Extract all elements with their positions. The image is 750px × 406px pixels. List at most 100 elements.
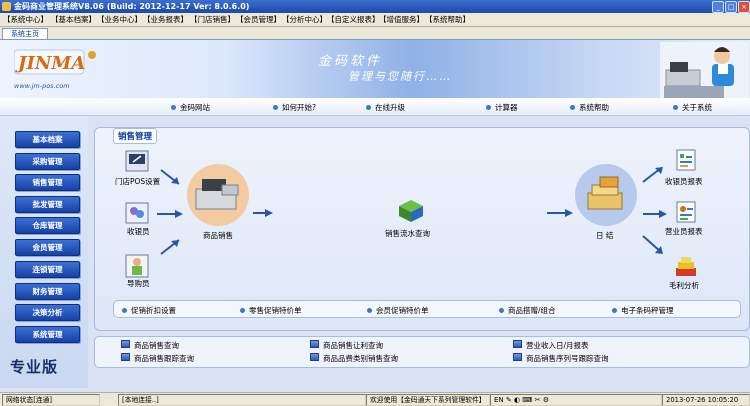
panel-title: 销售管理	[113, 128, 158, 144]
menu-system-help[interactable]: 【系统帮助】	[425, 14, 470, 25]
bullet-icon	[240, 308, 245, 313]
tab-strip: 系统主页	[0, 27, 750, 40]
menu-store-sales[interactable]: 【门店销售】	[190, 14, 235, 25]
node-cashier-label[interactable]: 收银员	[127, 226, 150, 237]
menu-system-center[interactable]: 【系统中心】	[3, 14, 48, 25]
maximize-button[interactable]: □	[725, 1, 737, 13]
network-status-value: [连通]	[33, 396, 53, 404]
sidebar-item-decision-analysis[interactable]: 决策分析	[15, 304, 80, 321]
node-daily-close-label[interactable]: 日 结	[596, 230, 613, 241]
link-serial-tracking[interactable]: 商品销售序列号跟踪查询	[513, 353, 609, 364]
sidebar-item-system-management[interactable]: 系统管理	[15, 326, 80, 343]
link-jinma-website[interactable]: 金码网站	[171, 102, 210, 113]
close-button[interactable]: ×	[738, 1, 750, 13]
link-member-promo-price[interactable]: 会员促销特价单	[367, 305, 429, 316]
link-category-sales[interactable]: 商品品费类别销售查询	[310, 353, 398, 364]
node-business-report-label[interactable]: 营业员报表	[665, 226, 703, 237]
node-guide-label[interactable]: 导购员	[127, 278, 150, 289]
link-bundle-combo[interactable]: 商品搭赠/组合	[499, 305, 556, 316]
sales-query-panel: 商品销售查询 商品销售让利查询 营业收入日/月报表 商品销售跟踪查询 商品品费类…	[94, 336, 750, 368]
link-barcode-scale[interactable]: 电子条码秤管理	[612, 305, 674, 316]
link-label: 在线升级	[375, 103, 405, 112]
bullet-icon	[273, 105, 278, 110]
sidebar-item-warehouse[interactable]: 仓库管理	[15, 217, 80, 234]
slogan-title: 金码软件	[318, 54, 383, 69]
link-about-system[interactable]: 关于系统	[673, 102, 712, 113]
link-label: 会员促销特价单	[376, 306, 429, 315]
link-retail-promo-price[interactable]: 零售促销特价单	[240, 305, 302, 316]
arrow-icon	[160, 169, 180, 185]
sidebar-item-wholesale[interactable]: 批发管理	[15, 196, 80, 213]
link-promo-discount-settings[interactable]: 促销折扣设置	[122, 305, 176, 316]
link-online-upgrade[interactable]: 在线升级	[366, 102, 405, 113]
jinma-logo: JINMA	[14, 49, 96, 75]
menu-member-management[interactable]: 【会员管理】	[236, 14, 281, 25]
link-label: 商品销售跟踪查询	[134, 354, 194, 363]
sidebar-item-members[interactable]: 会员管理	[15, 239, 80, 256]
arrow-icon	[160, 239, 180, 255]
link-label: 系统帮助	[579, 103, 609, 112]
sales-management-panel: 销售管理 门店POS设置 收银员 导购员 商品销售 销售流水查询 日 结 收银员…	[94, 127, 750, 331]
sidebar: 基本档案 采购管理 销售管理 批发管理 仓库管理 会员管理 连锁管理 财务管理 …	[0, 116, 88, 388]
sales-flow-query-icon[interactable]	[397, 198, 425, 224]
link-how-to-start[interactable]: 如何开始?	[273, 102, 316, 113]
link-sales-query[interactable]: 商品销售查询	[121, 340, 179, 351]
tab-home[interactable]: 系统主页	[2, 28, 48, 39]
menu-business-center[interactable]: 【业务中心】	[97, 14, 142, 25]
menu-business-reports[interactable]: 【业务报表】	[143, 14, 188, 25]
minimize-button[interactable]: _	[712, 1, 724, 13]
node-pos-settings-label[interactable]: 门店POS设置	[115, 176, 160, 187]
title-bar: 金码商业管理系统V8.06 (Build: 2012-12-17 Ver: 8.…	[0, 0, 750, 13]
link-label: 营业收入日/月报表	[526, 341, 589, 350]
node-sales-label[interactable]: 商品销售	[203, 230, 233, 241]
link-sales-tracking[interactable]: 商品销售跟踪查询	[121, 353, 194, 364]
sidebar-item-purchasing[interactable]: 采购管理	[15, 153, 80, 170]
link-revenue-report[interactable]: 营业收入日/月报表	[513, 340, 589, 351]
menu-basic-files[interactable]: 【基本档案】	[51, 14, 96, 25]
bullet-icon	[570, 105, 575, 110]
node-flow-query-label[interactable]: 销售流水查询	[385, 228, 430, 239]
link-label: 关于系统	[682, 103, 712, 112]
pos-terminal-icon[interactable]	[186, 163, 250, 227]
business-report-icon[interactable]	[673, 200, 699, 224]
welcome-text: 欢迎使用【金码通天下系列管理软件】	[366, 394, 490, 406]
link-calculator[interactable]: 计算器	[486, 102, 518, 113]
ime-toolbar[interactable]: EN ✎ ◐ ⌨ ✂ ⚙	[490, 394, 662, 406]
guide-icon[interactable]	[125, 254, 149, 278]
svg-text:JINMA: JINMA	[15, 53, 85, 74]
cashier-report-icon[interactable]	[673, 148, 699, 172]
menu-value-added[interactable]: 【增值服务】	[379, 14, 424, 25]
sidebar-item-finance[interactable]: 财务管理	[15, 283, 80, 300]
bullet-icon	[171, 105, 176, 110]
pos-settings-icon[interactable]	[125, 150, 149, 172]
link-label: 计算器	[495, 103, 518, 112]
link-system-help[interactable]: 系统帮助	[570, 102, 609, 113]
sidebar-item-basic-files[interactable]: 基本档案	[15, 131, 80, 148]
node-gross-profit-label[interactable]: 毛利分析	[669, 280, 699, 291]
report-icon	[121, 353, 130, 361]
daily-close-icon[interactable]	[574, 163, 638, 227]
menu-custom-reports[interactable]: 【自定义报表】	[327, 14, 380, 25]
node-cashier-report-label[interactable]: 收银员报表	[665, 176, 703, 187]
arrow-icon	[642, 167, 663, 183]
bullet-icon	[367, 308, 372, 313]
banner: JINMA www.jm-pos.com 金码软件 管理与您随行……	[0, 40, 750, 98]
gross-profit-icon[interactable]	[673, 254, 699, 278]
network-status: 网络状态[连通]	[2, 394, 100, 406]
promotion-links-bar: 促销折扣设置 零售促销特价单 会员促销特价单 商品搭赠/组合 电子条码秤管理	[113, 300, 741, 318]
quick-link-row: 金码网站 如何开始? 在线升级 计算器 系统帮助 关于系统	[0, 98, 750, 116]
sidebar-item-sales[interactable]: 销售管理	[15, 174, 80, 191]
link-label: 电子条码秤管理	[621, 306, 674, 315]
sidebar-item-chain[interactable]: 连锁管理	[15, 261, 80, 278]
logo-url: www.jm-pos.com	[14, 82, 70, 90]
cashier-icon[interactable]	[125, 202, 149, 224]
link-label: 商品销售让利查询	[323, 341, 383, 350]
arrow-icon	[547, 209, 573, 217]
report-icon	[310, 353, 319, 361]
menu-analysis-center[interactable]: 【分析中心】	[282, 14, 327, 25]
link-label: 商品品费类别销售查询	[323, 354, 398, 363]
report-icon	[513, 340, 522, 348]
slogan-subtitle: 管理与您随行……	[348, 70, 452, 83]
link-label: 零售促销特价单	[249, 306, 302, 315]
link-sales-discount-query[interactable]: 商品销售让利查询	[310, 340, 383, 351]
